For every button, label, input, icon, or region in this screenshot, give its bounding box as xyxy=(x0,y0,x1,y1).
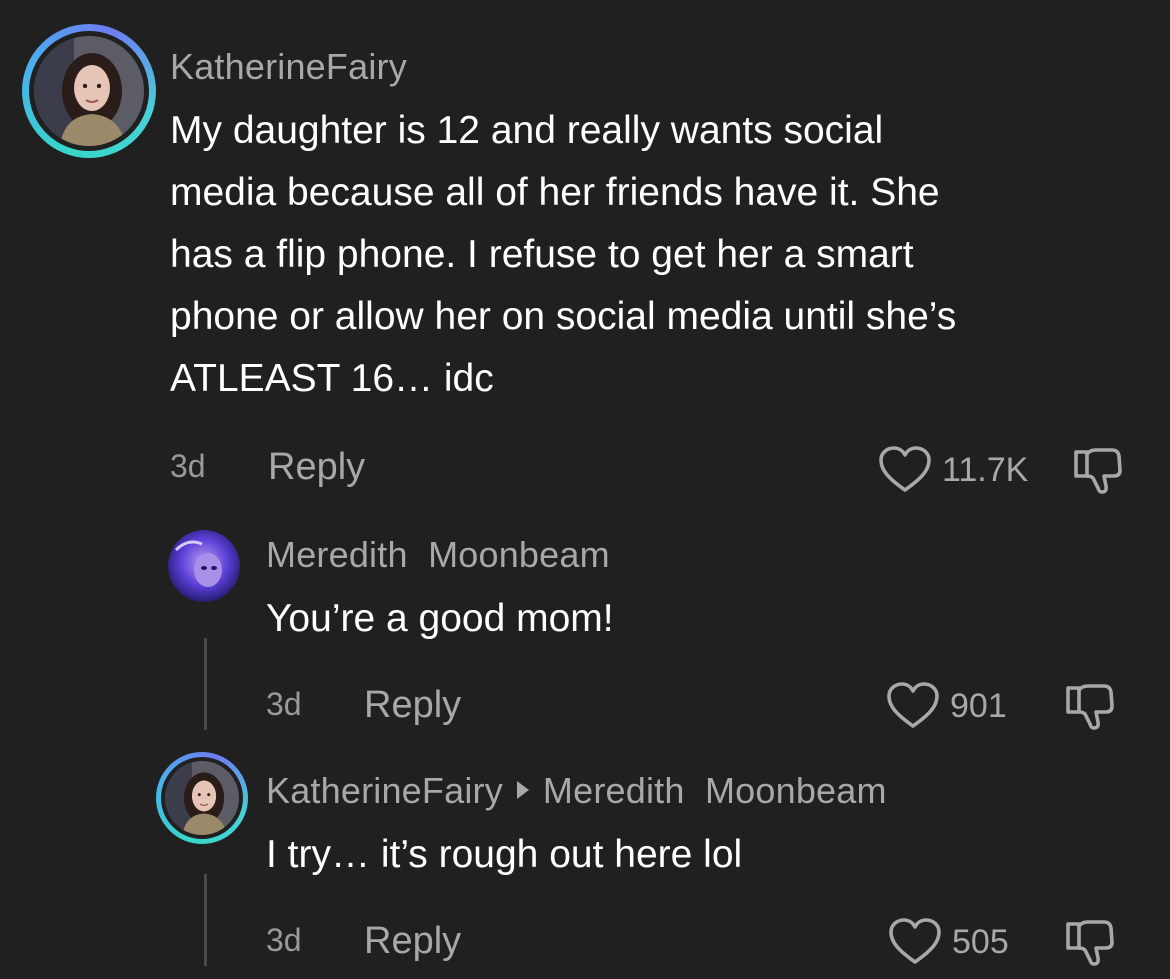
reply-to-username[interactable]: Meredith Moonbeam xyxy=(543,770,887,811)
reply-header: KatherineFairy Meredith Moonbeam xyxy=(266,770,887,812)
heart-icon xyxy=(889,918,941,964)
like-count: 901 xyxy=(950,686,1007,725)
thread-line xyxy=(204,874,207,966)
avatar-image xyxy=(34,36,144,146)
avatar[interactable] xyxy=(22,24,156,158)
comment-age: 3d xyxy=(266,686,302,722)
like-count: 505 xyxy=(952,922,1009,961)
comment-text: You’re a good mom! xyxy=(266,597,614,640)
comment-text: I try… it’s rough out here lol xyxy=(266,833,743,876)
heart-icon xyxy=(879,446,931,492)
reply-button[interactable]: Reply xyxy=(268,446,365,489)
like-button[interactable]: 11.7K xyxy=(878,446,1028,494)
dislike-icon[interactable] xyxy=(1072,444,1124,496)
comment-age: 3d xyxy=(170,448,206,484)
like-count: 11.7K xyxy=(942,450,1029,489)
dislike-icon[interactable] xyxy=(1064,680,1116,732)
avatar-image xyxy=(165,761,239,835)
like-button[interactable]: 505 xyxy=(888,918,1009,966)
comment-age: 3d xyxy=(266,922,302,958)
comment-username[interactable]: KatherineFairy xyxy=(170,46,407,88)
triangle-right-icon xyxy=(516,781,529,799)
comment-username[interactable]: KatherineFairy xyxy=(266,770,503,811)
reply-button[interactable]: Reply xyxy=(364,684,461,727)
avatar[interactable] xyxy=(168,530,240,602)
comment-username[interactable]: Meredith Moonbeam xyxy=(266,534,610,576)
comment-text: My daughter is 12 and really wants socia… xyxy=(170,109,957,400)
avatar[interactable] xyxy=(156,752,248,844)
dislike-icon[interactable] xyxy=(1064,916,1116,968)
reply-button[interactable]: Reply xyxy=(364,920,461,963)
thread-line xyxy=(204,638,207,730)
heart-icon xyxy=(887,682,939,728)
like-button[interactable]: 901 xyxy=(886,682,1007,730)
